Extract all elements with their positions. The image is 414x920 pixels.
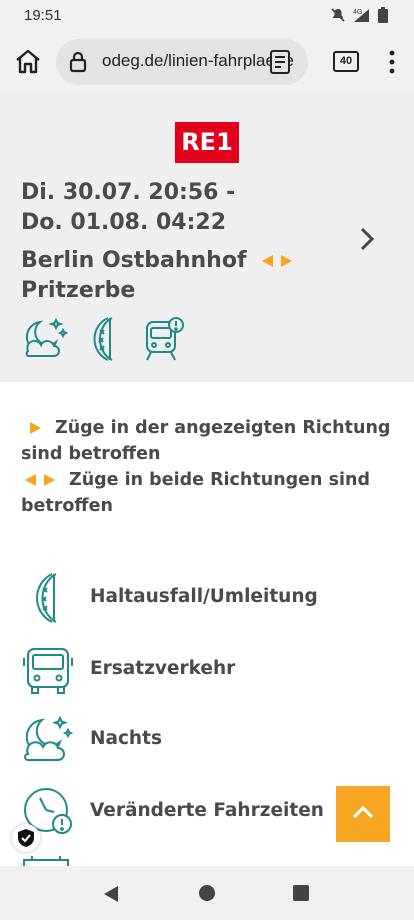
line-badge: RE1 (175, 122, 239, 163)
detour-icon (36, 573, 57, 623)
url-text: odeg.de/linien-fahrplaene (102, 51, 294, 70)
one-direction-icon (30, 422, 41, 434)
status-bar: 19:51 4G (0, 0, 414, 32)
night-icon (24, 715, 74, 761)
category-item-replacement[interactable]: Ersatzverkehr (20, 642, 400, 698)
scroll-to-top-button[interactable] (336, 786, 390, 842)
both-directions-legend-icon (25, 474, 55, 486)
route: Berlin Ostbahnhof Pritzerbe (21, 246, 321, 306)
battery-icon (378, 7, 388, 23)
category-item-night[interactable]: Nachts (20, 712, 400, 768)
category-label: Ersatzverkehr (90, 658, 236, 679)
system-nav-bar (0, 866, 414, 920)
category-label: Haltausfall/Umleitung (90, 586, 318, 607)
svg-text:4G: 4G (353, 9, 362, 16)
home-icon[interactable] (14, 48, 42, 74)
chevron-up-icon (352, 805, 374, 819)
legend-both-directions-text: Züge in beide Richtungen sind betroffen (21, 470, 371, 516)
signal-icon: 4G (353, 9, 369, 22)
back-icon[interactable] (102, 884, 120, 904)
route-destination: Pritzerbe (21, 278, 136, 303)
legend-one-direction: Züge in der angezeigten Richtung sind be… (21, 415, 391, 467)
legend-one-direction-text: Züge in der angezeigten Richtung sind be… (21, 418, 391, 464)
legend-both-directions: Züge in beide Richtungen sind betroffen (21, 467, 391, 519)
category-item-detour[interactable]: Haltausfall/Umleitung (20, 570, 400, 626)
reader-mode-icon[interactable] (268, 49, 292, 75)
more-options-icon[interactable] (388, 50, 396, 74)
bus-icon (23, 648, 73, 694)
bell-off-icon (331, 8, 345, 22)
recents-icon[interactable] (292, 884, 310, 902)
category-label: Veränderte Fahrzeiten (90, 800, 324, 821)
night-icon (25, 317, 68, 357)
status-time: 19:51 (24, 7, 62, 24)
browser-toolbar: odeg.de/linien-fahrplaene 40 (0, 32, 414, 92)
lock-icon (69, 51, 87, 73)
status-icons: 4G (330, 7, 388, 23)
train-alert-icon (146, 317, 184, 361)
route-origin: Berlin Ostbahnhof (21, 248, 247, 273)
home-nav-icon[interactable] (198, 884, 216, 902)
both-directions-icon (262, 255, 293, 267)
shield-check-icon (18, 829, 34, 847)
partial-list-icon (23, 856, 69, 866)
privacy-shield-badge[interactable] (12, 824, 40, 852)
detour-icon (93, 317, 113, 361)
category-label: Nachts (90, 728, 162, 749)
tab-count-button[interactable]: 40 (333, 51, 359, 72)
date-range: Di. 30.07. 20:56 - Do. 01.08. 04:22 (21, 180, 236, 235)
chevron-right-icon[interactable] (356, 226, 378, 252)
